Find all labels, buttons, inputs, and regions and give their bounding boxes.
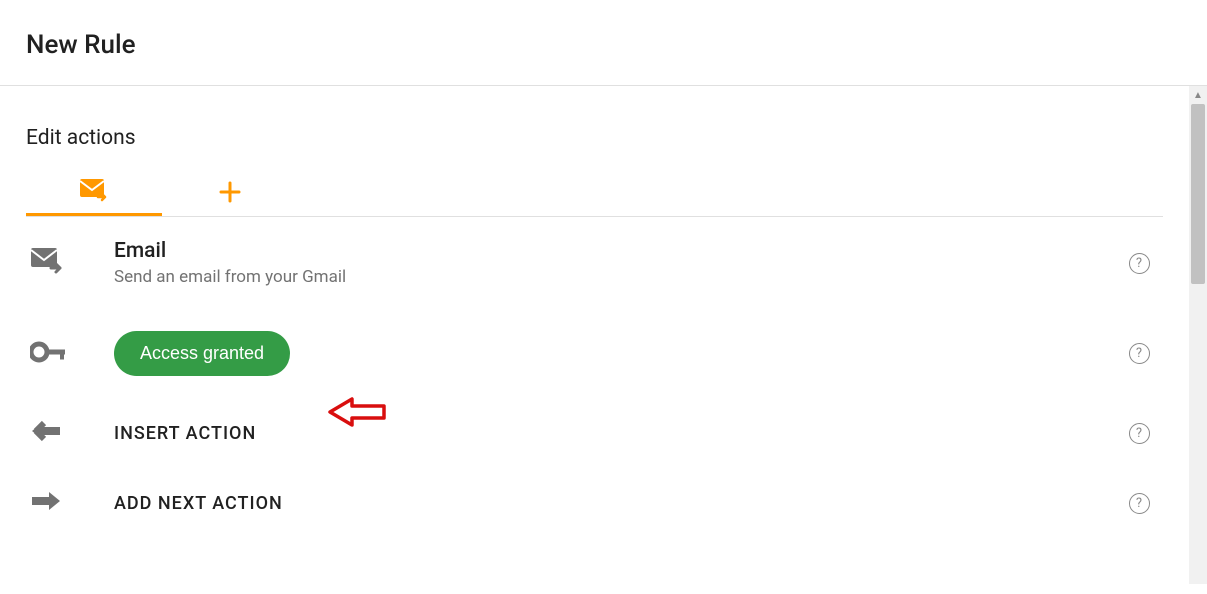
row-addnext-label: ADD NEXT ACTION [114,493,1091,514]
scrollbar[interactable]: ▲ [1189,86,1207,584]
row-email-body: Email Send an email from your Gmail [114,239,1091,287]
content-wrapper: Edit actions [0,86,1207,584]
page-header: New Rule [0,0,1207,86]
row-insert-body: INSERT ACTION [114,423,1091,444]
row-email-subtitle: Send an email from your Gmail [114,267,1091,287]
row-insert-icon-col [26,420,90,446]
row-access: Access granted ? [26,309,1163,398]
page-title: New Rule [26,30,1181,60]
row-addnext-help: ? [1115,493,1163,514]
plus-icon [219,181,241,203]
help-icon[interactable]: ? [1129,423,1150,444]
help-icon[interactable]: ? [1129,253,1150,274]
scrollbar-up-arrow[interactable]: ▲ [1189,86,1207,104]
row-access-body: Access granted [114,331,1091,376]
row-email-help: ? [1115,253,1163,274]
row-addnext-body: ADD NEXT ACTION [114,493,1091,514]
arrow-right-icon [30,490,62,516]
email-forward-gray-icon [30,246,64,280]
row-insert-help: ? [1115,423,1163,444]
row-email-title: Email [114,239,1091,263]
key-icon [30,341,68,367]
access-granted-button[interactable]: Access granted [114,331,290,376]
section-title: Edit actions [26,86,1163,168]
row-addnext-icon-col [26,490,90,516]
row-insert-label: INSERT ACTION [114,423,1091,444]
tabs-bar [26,168,1163,217]
row-email: Email Send an email from your Gmail ? [26,217,1163,309]
row-insert-action[interactable]: INSERT ACTION ? [26,398,1163,468]
arrow-left-icon [30,420,62,446]
row-access-icon-col [26,341,90,367]
main-content: Edit actions [0,86,1189,584]
row-access-help: ? [1115,343,1163,364]
row-add-next-action[interactable]: ADD NEXT ACTION ? [26,468,1163,538]
scrollbar-thumb[interactable] [1191,104,1205,284]
tab-add-action[interactable] [162,168,298,216]
email-forward-icon [79,177,109,205]
help-icon[interactable]: ? [1129,493,1150,514]
tab-email-action[interactable] [26,168,162,216]
help-icon[interactable]: ? [1129,343,1150,364]
row-email-icon-col [26,246,90,280]
